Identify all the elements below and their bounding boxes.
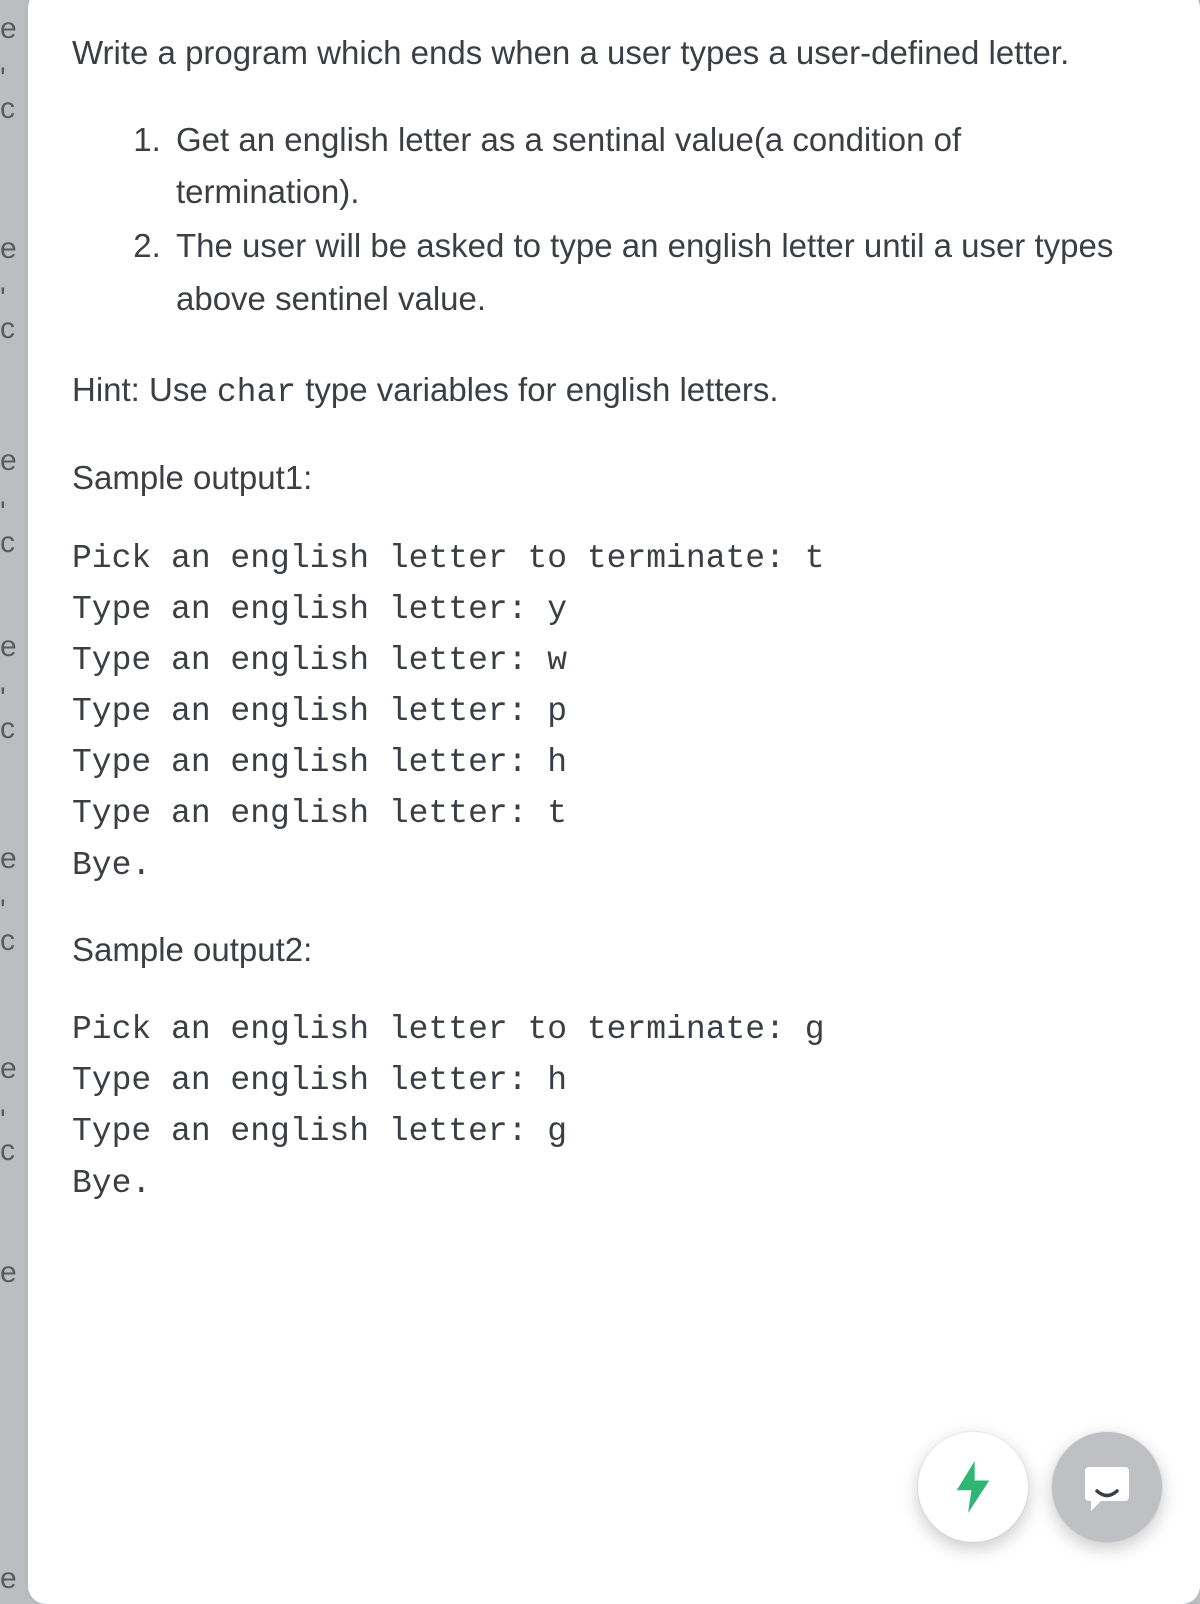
bg-fragment: e bbox=[0, 234, 20, 264]
problem-intro: Write a program which ends when a user t… bbox=[72, 28, 1150, 78]
sample1-label: Sample output1: bbox=[72, 453, 1150, 503]
sample2-output: Pick an english letter to terminate: g T… bbox=[72, 1004, 1150, 1209]
chat-button[interactable] bbox=[1052, 1432, 1162, 1542]
hint-code-keyword: char bbox=[217, 374, 296, 411]
bg-fragment: ' c bbox=[0, 284, 20, 344]
sample2-label: Sample output2: bbox=[72, 925, 1150, 975]
bg-fragment: ' c bbox=[0, 498, 20, 558]
bg-fragment: ' c bbox=[0, 684, 20, 744]
step-item: Get an english letter as a sentinal valu… bbox=[170, 114, 1150, 218]
bg-fragment: e bbox=[0, 1054, 20, 1084]
content-card: Write a program which ends when a user t… bbox=[28, 0, 1200, 1604]
bg-fragment: e bbox=[0, 14, 20, 44]
quick-action-button[interactable] bbox=[918, 1432, 1028, 1542]
bg-fragment: e bbox=[0, 1564, 20, 1594]
sample1-output: Pick an english letter to terminate: t T… bbox=[72, 533, 1150, 891]
chat-icon bbox=[1079, 1459, 1135, 1515]
steps-list: Get an english letter as a sentinal valu… bbox=[72, 114, 1150, 325]
bg-fragment: ' c bbox=[0, 1106, 20, 1166]
hint-text: Hint: Use char type variables for englis… bbox=[72, 365, 1150, 418]
bg-fragment: ' c bbox=[0, 896, 20, 956]
hint-prefix: Hint: Use bbox=[72, 371, 217, 408]
bolt-icon bbox=[951, 1461, 995, 1513]
bg-fragment: e bbox=[0, 446, 20, 476]
step-item: The user will be asked to type an englis… bbox=[170, 220, 1150, 324]
bg-fragment: e bbox=[0, 1258, 20, 1288]
bg-fragment: ' c bbox=[0, 64, 20, 124]
bg-fragment: e bbox=[0, 632, 20, 662]
bg-fragment: e bbox=[0, 844, 20, 874]
hint-suffix: type variables for english letters. bbox=[296, 371, 778, 408]
